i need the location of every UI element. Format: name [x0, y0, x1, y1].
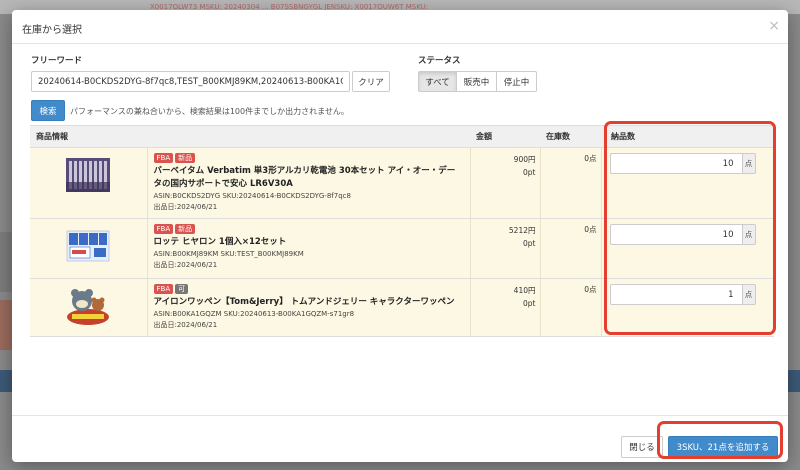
condition-badge: 可 — [175, 284, 189, 294]
tom-and-jerry-patch-image — [67, 289, 110, 325]
quantity-field-group: 点 — [609, 153, 756, 174]
quantity-unit: 点 — [741, 284, 756, 305]
price-cell: 5212円 0pt — [469, 218, 540, 279]
product-info-cell: FBA 新品 バーベイタム Verbatim 単3形アルカリ乾電池 30本セット … — [146, 147, 470, 219]
freeword-input[interactable] — [31, 71, 350, 92]
product-name: アイロンワッペン【Tom&Jerry】 トムアンドジェリー キャラクターワッペン — [153, 297, 455, 307]
stock-table: 商品情報 金額 在庫数 納品数 FBA 新品 バーベイタム Verbatim 単… — [30, 125, 774, 337]
quantity-field-group: 点 — [609, 284, 756, 305]
product-info-cell: FBA 可 アイロンワッペン【Tom&Jerry】 トムアンドジェリー キャラクタ… — [146, 278, 470, 337]
listing-date: 出品日:2024/06/21 — [153, 261, 218, 269]
modal-header: 在庫から選択 × — [12, 10, 788, 44]
delivery-qty-cell: 点 — [600, 147, 774, 219]
stock-cell: 0点 — [539, 278, 601, 337]
header-delivery-qty: 納品数 — [601, 125, 774, 148]
select-from-stock-modal: 在庫から選択 × フリーワード クリア ステータス すべて 販売中 停止中 検索… — [12, 10, 788, 462]
quantity-input[interactable] — [609, 284, 742, 305]
search-button[interactable]: 検索 — [31, 100, 65, 121]
delivery-qty-cell: 点 — [600, 218, 774, 279]
product-image-cell — [30, 278, 147, 337]
fba-badge: FBA — [153, 284, 174, 294]
close-icon[interactable]: × — [768, 19, 780, 33]
quantity-unit: 点 — [741, 224, 756, 245]
header-product-info: 商品情報 — [30, 125, 470, 148]
price-cell: 410円 0pt — [469, 278, 540, 337]
stock-cell: 0点 — [539, 147, 601, 219]
result-limit-note: パフォーマンスの兼ね合いから、検索結果は100件までしか出力されません。 — [70, 107, 349, 116]
fba-badge: FBA — [153, 153, 174, 163]
status-label: ステータス — [418, 56, 461, 66]
modal-title: 在庫から選択 — [22, 25, 82, 36]
points-value: 0pt — [523, 299, 536, 308]
freeword-label: フリーワード — [31, 56, 83, 66]
battery-pack-image — [66, 158, 111, 192]
table-header-row: 商品情報 金額 在庫数 納品数 — [30, 125, 774, 148]
price-value: 410円 — [513, 286, 536, 295]
header-price: 金額 — [470, 125, 540, 148]
product-image-cell — [30, 218, 147, 279]
quantity-input[interactable] — [609, 153, 742, 174]
product-ids: ASIN:B00KMJ89KM SKU:TEST_B00KMJ89KM — [153, 250, 304, 258]
delivery-qty-cell: 点 — [600, 278, 774, 337]
condition-badge: 新品 — [175, 153, 196, 163]
table-row: FBA 新品 バーベイタム Verbatim 単3形アルカリ乾電池 30本セット … — [30, 147, 774, 219]
stock-cell: 0点 — [539, 218, 601, 279]
product-image-cell — [30, 147, 147, 219]
listing-date: 出品日:2024/06/21 — [153, 321, 218, 329]
modal-footer: 閉じる 3SKU、21点を追加する — [12, 415, 788, 462]
condition-badge: 新品 — [175, 224, 196, 234]
price-cell: 900円 0pt — [469, 147, 540, 219]
price-value: 900円 — [513, 155, 536, 164]
status-all-button[interactable]: すべて — [418, 71, 457, 92]
table-row: FBA 新品 ロッテ ヒヤロン 1個入×12セット ASIN:B00KMJ89KM… — [30, 218, 774, 279]
product-name: バーベイタム Verbatim 単3形アルカリ乾電池 30本セット アイ・オー・… — [153, 166, 456, 189]
status-filter-group: すべて 販売中 停止中 — [418, 71, 537, 92]
header-stock: 在庫数 — [540, 125, 601, 148]
fba-badge: FBA — [153, 224, 174, 234]
product-name: ロッテ ヒヤロン 1個入×12セット — [153, 237, 287, 247]
quantity-field-group: 点 — [609, 224, 756, 245]
quantity-input[interactable] — [609, 224, 742, 245]
add-items-button[interactable]: 3SKU、21点を追加する — [668, 436, 778, 458]
quantity-unit: 点 — [741, 153, 756, 174]
product-info-cell: FBA 新品 ロッテ ヒヤロン 1個入×12セット ASIN:B00KMJ89KM… — [146, 218, 470, 279]
listing-date: 出品日:2024/06/21 — [153, 203, 218, 211]
close-button[interactable]: 閉じる — [621, 436, 663, 458]
clear-button[interactable]: クリア — [352, 71, 390, 92]
points-value: 0pt — [523, 239, 536, 248]
table-row: FBA 可 アイロンワッペン【Tom&Jerry】 トムアンドジェリー キャラクタ… — [30, 278, 774, 337]
status-on-sale-button[interactable]: 販売中 — [456, 71, 497, 92]
status-stopped-button[interactable]: 停止中 — [496, 71, 537, 92]
product-ids: ASIN:B00KA1GQZM SKU:20240613-B00KA1GQZM-… — [153, 310, 355, 318]
points-value: 0pt — [523, 168, 536, 177]
price-value: 5212円 — [508, 226, 536, 235]
hot-pack-box-image — [66, 230, 110, 262]
product-ids: ASIN:B0CKDS2DYG SKU:20240614-B0CKDS2DYG-… — [153, 192, 351, 200]
